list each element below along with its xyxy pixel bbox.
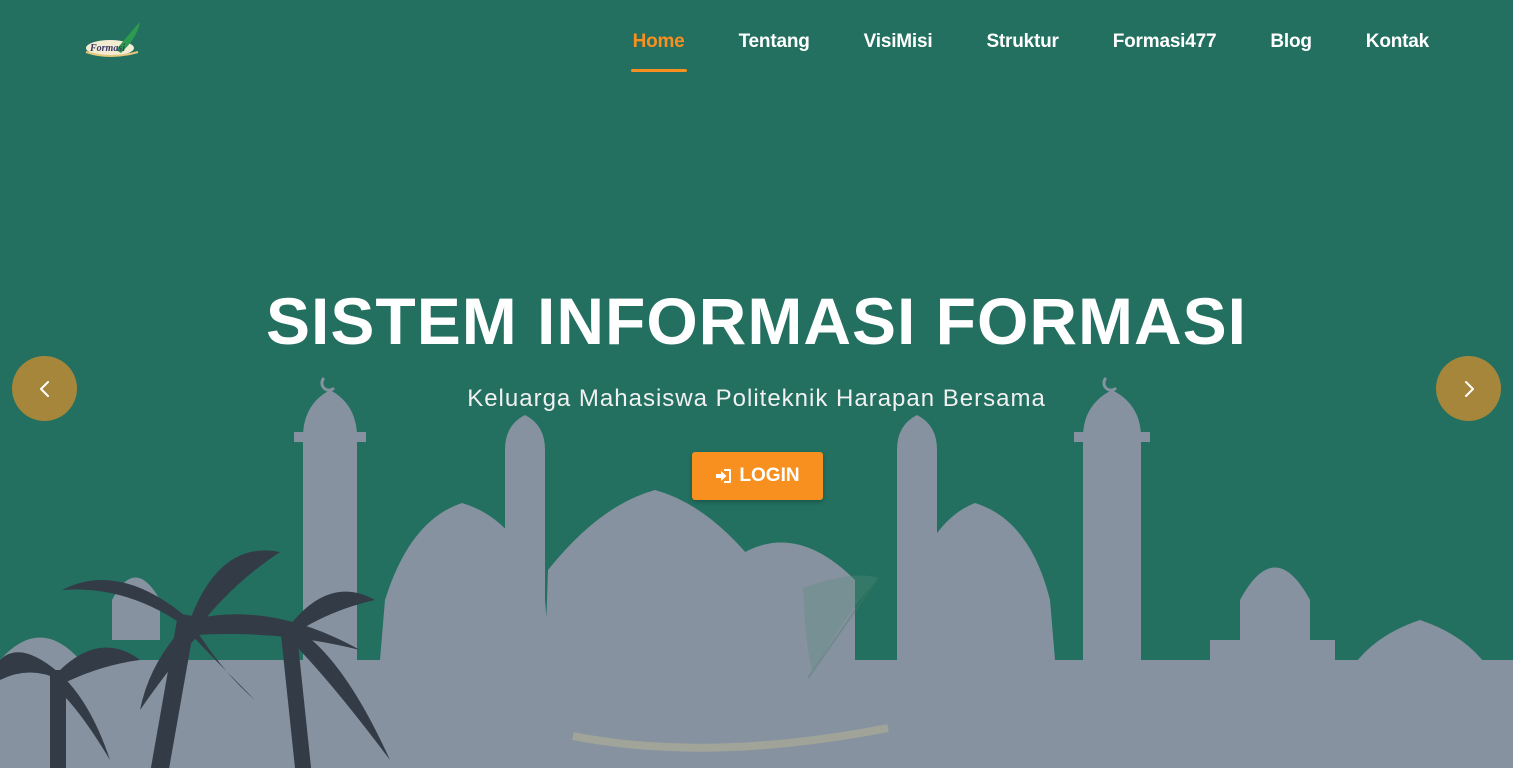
carousel-next-button[interactable] — [1436, 356, 1501, 421]
chevron-left-icon — [39, 380, 49, 397]
hero-title: SISTEM INFORMASI FORMASI — [266, 284, 1247, 358]
svg-text:Formasi: Formasi — [89, 43, 125, 54]
formasi-watermark-logo — [572, 575, 889, 752]
top-navbar: Formasi Home Tentang VisiMisi Struktur F… — [0, 0, 1513, 90]
nav-item-blog[interactable]: Blog — [1270, 30, 1312, 54]
hero-subtitle: Keluarga Mahasiswa Politeknik Harapan Be… — [467, 385, 1046, 412]
nav-item-struktur[interactable]: Struktur — [986, 30, 1058, 54]
nav-item-visimisi[interactable]: VisiMisi — [864, 30, 933, 54]
login-label: LOGIN — [739, 465, 800, 486]
sign-in-icon — [716, 469, 732, 483]
chevron-right-icon — [1464, 380, 1474, 397]
nav-item-tentang[interactable]: Tentang — [739, 30, 810, 54]
carousel-prev-button[interactable] — [12, 356, 77, 421]
login-button[interactable]: LOGIN — [692, 452, 823, 500]
nav-item-formasi477[interactable]: Formasi477 — [1113, 30, 1217, 54]
main-nav: Home Tentang VisiMisi Struktur Formasi47… — [579, 30, 1429, 72]
nav-item-home[interactable]: Home — [630, 30, 687, 72]
hero-section: Formasi Home Tentang VisiMisi Struktur F… — [0, 0, 1513, 768]
nav-item-kontak[interactable]: Kontak — [1366, 30, 1429, 54]
formasi-logo[interactable]: Formasi — [80, 20, 146, 64]
